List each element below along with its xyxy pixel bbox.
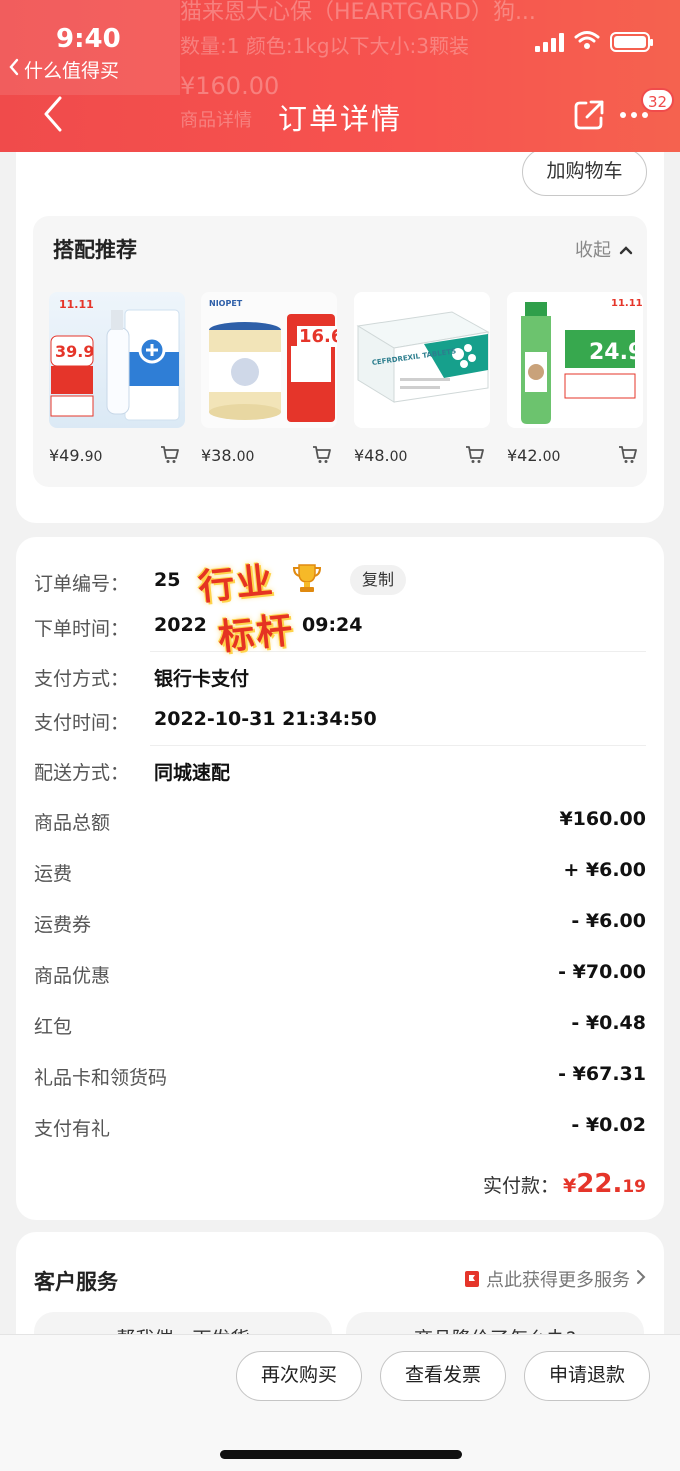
order-time-value: 2022 [154,614,207,636]
signal-icon [535,32,564,52]
promo-price-label: 24.9 [589,340,643,365]
amount-row: 运费券 - ¥6.00 [34,910,646,944]
recommend-item[interactable]: CEFRDREXIL TABLETS ¥48.00 [354,292,490,465]
amount-row: 礼品卡和领货码 - ¥67.31 [34,1063,646,1097]
product-image-oral-care: 11.11 24.9 [507,292,643,428]
background-product-name: 猫来恩大心保（HEARTGARD）狗... [180,0,536,25]
message-count-badge: 32 [641,88,675,112]
add-cart-icon[interactable] [617,443,639,465]
pay-time-value: 2022-10-31 21:34:50 [154,708,377,730]
collapse-label: 收起 [575,240,611,261]
amount-value: - ¥0.02 [571,1114,646,1136]
recommend-collapse-toggle[interactable]: 收起 [575,236,633,262]
recommend-section: 搭配推荐 收起 11.11 39.9 ¥49.90 NIOPET 16. ¥38… [33,216,647,487]
amount-row: 商品总额 ¥160.00 [34,808,646,842]
paid-currency: ¥ [563,1175,577,1197]
chevron-left-icon [8,58,20,81]
status-time: 9:40 [56,24,121,54]
order-number-label: 订单编号： [34,573,130,595]
pay-method-row: 支付方式： 银行卡支付 [34,664,646,698]
amount-value: - ¥0.48 [571,1012,646,1034]
paid-integer: 22. [576,1169,623,1199]
order-time-label: 下单时间： [34,618,130,640]
order-info-card: 订单编号： 25 复制 2022 下单时间： 2022 09:24 支付方式： … [16,537,664,1220]
service-flag-icon [464,1270,480,1288]
recommend-price: ¥42.00 [507,446,561,465]
more-service-link[interactable]: 点此获得更多服务 [464,1266,646,1292]
order-number-row: 订单编号： 25 复制 [34,565,646,603]
battery-icon [610,32,653,52]
pay-time-label: 支付时间： [34,712,130,734]
recommend-item[interactable]: 11.11 39.9 ¥49.90 [49,292,185,465]
amount-value: - ¥70.00 [558,961,646,983]
recommend-item[interactable]: 11.11 24.9 ¥42.00 [507,292,643,465]
amount-label: 商品总额 [34,812,111,834]
recommend-item[interactable]: NIOPET 16.6 ¥38.00 [201,292,337,465]
view-invoice-button[interactable]: 查看发票 [380,1351,506,1401]
divider [150,651,646,652]
amount-value: - ¥67.31 [558,1063,646,1085]
bottom-action-bar: 再次购买 查看发票 申请退款 [0,1334,680,1471]
background-product-spec: 数量:1 颜色:1kg以下大小:3颗装 [180,34,470,58]
double-eleven-badge: 11.11 [611,298,643,309]
rebuy-button[interactable]: 再次购买 [236,1351,362,1401]
amount-value: ¥160.00 [559,808,646,830]
customer-service-title: 客户服务 [34,1270,118,1294]
copy-button[interactable]: 复制 [350,565,407,595]
amount-label: 支付有礼 [34,1118,111,1140]
home-indicator [220,1450,462,1459]
amount-label: 礼品卡和领货码 [34,1067,168,1089]
recommend-price: ¥49.90 [49,446,103,465]
status-indicators [535,30,653,54]
brand-label: NIOPET [209,299,243,308]
recommend-price: ¥48.00 [354,446,408,465]
more-service-label: 点此获得更多服务 [486,1270,630,1291]
amount-value: + ¥6.00 [563,859,646,881]
order-number-value: 25 [154,569,181,591]
amount-value: - ¥6.00 [571,910,646,932]
request-refund-button[interactable]: 申请退款 [524,1351,650,1401]
paid-decimal: 19 [622,1177,646,1197]
product-image-tablets: CEFRDREXIL TABLETS [354,292,490,428]
amount-row: 商品优惠 - ¥70.00 [34,961,646,995]
pay-method-value: 银行卡支付 [154,668,250,690]
delivery-label: 配送方式： [34,762,130,784]
add-cart-icon[interactable] [311,443,333,465]
divider [150,745,646,746]
wifi-icon [574,30,600,54]
chevron-right-icon [636,1269,646,1290]
top-header: 猫来恩大心保（HEARTGARD）狗... 数量:1 颜色:1kg以下大小:3颗… [0,0,680,152]
pay-time-row: 支付时间： 2022-10-31 21:34:50 [34,708,646,742]
chevron-up-icon [619,239,633,260]
amount-label: 运费 [34,863,73,885]
amount-row: 红包 - ¥0.48 [34,1012,646,1046]
recommend-price: ¥38.00 [201,446,255,465]
amount-label: 红包 [34,1016,73,1038]
recommend-title: 搭配推荐 [53,238,137,262]
double-eleven-badge: 11.11 [59,298,94,311]
product-image-spray: 11.11 39.9 [49,292,185,428]
product-image-powder: NIOPET 16.6 [201,292,337,428]
paid-label: 实付款： [483,1175,560,1197]
delivery-row: 配送方式： 同城速配 [34,758,646,792]
add-cart-icon[interactable] [159,443,181,465]
product-card: 加购物车 搭配推荐 收起 11.11 39.9 ¥49.90 NIOPET 16… [16,120,664,523]
promo-price-label: 39.9 [55,342,95,361]
add-to-cart-button[interactable]: 加购物车 [522,148,647,196]
delivery-value: 同城速配 [154,762,231,784]
more-icon[interactable] [620,112,648,118]
order-time-row: 2022 下单时间： 2022 09:24 [34,614,646,648]
share-icon[interactable] [572,98,606,132]
add-cart-icon[interactable] [464,443,486,465]
order-time-tail: 09:24 [302,614,363,636]
promo-price-label: 16.6 [297,326,337,347]
back-to-app-link[interactable]: 什么值得买 [8,56,119,83]
pay-method-label: 支付方式： [34,668,130,690]
amount-label: 运费券 [34,914,92,936]
amount-row: 运费 + ¥6.00 [34,859,646,893]
paid-amount-row: 实付款： ¥ 22. 19 [483,1169,646,1199]
back-app-label: 什么值得买 [24,60,120,82]
amount-row: 支付有礼 - ¥0.02 [34,1114,646,1148]
amount-label: 商品优惠 [34,965,111,987]
